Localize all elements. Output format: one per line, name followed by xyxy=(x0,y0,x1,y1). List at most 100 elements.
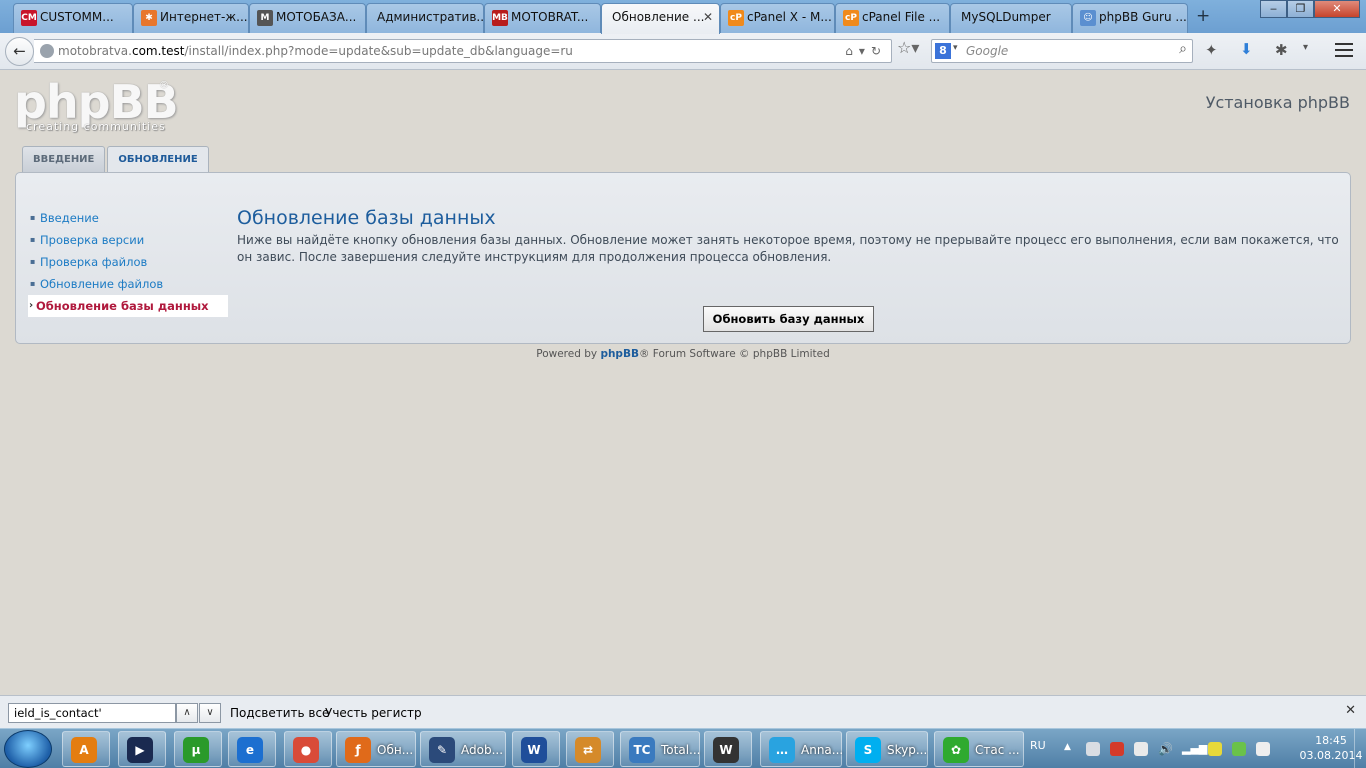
browser-tab[interactable]: Обновление ... ✕ xyxy=(601,3,720,34)
close-window-button[interactable]: ✕ xyxy=(1314,0,1360,18)
new-tab-button[interactable]: + xyxy=(1196,6,1210,26)
menu-icon[interactable] xyxy=(1335,43,1353,61)
mb-red-icon: MB xyxy=(492,10,508,26)
taskbar-button-label: Total... xyxy=(661,743,701,757)
browser-tab[interactable]: ✱ Интернет-ж... xyxy=(133,3,249,33)
action-center-icon[interactable] xyxy=(1256,742,1270,756)
window-controls: ‒ ❐ ✕ xyxy=(1260,0,1360,18)
phpbb-link[interactable]: phpBB xyxy=(600,348,639,360)
browser-tab[interactable]: MySQLDumper xyxy=(950,3,1072,33)
taskbar-button[interactable]: ✿ Стас ... xyxy=(934,731,1024,767)
taskbar-button-label: Стас ... xyxy=(975,743,1020,757)
close-findbar-icon[interactable]: ✕ xyxy=(1345,703,1356,718)
taskbar-button-label: Обн... xyxy=(377,743,414,757)
firefox-icon: ƒ xyxy=(345,737,371,763)
page-footer: Powered by phpBB® Forum Software © phpBB… xyxy=(536,348,830,360)
system-tray: RU ▲ 🔊 ▂▄▆ 18:45 03.08.2014 xyxy=(1030,729,1366,768)
chat-tray-icon[interactable] xyxy=(1208,742,1222,756)
show-hidden-icons[interactable]: ▲ xyxy=(1064,742,1078,756)
current-marker-icon: › xyxy=(29,300,34,311)
taskbar-button[interactable]: … Anna... xyxy=(760,731,843,767)
taskbar-button[interactable]: ● xyxy=(284,731,332,767)
tab-label: Обновление ... xyxy=(612,10,705,24)
start-button[interactable] xyxy=(4,730,52,768)
taskbar-button[interactable]: A xyxy=(62,731,110,767)
browser-tab[interactable]: cP cPanel X - M... xyxy=(720,3,835,33)
icq-tray-icon[interactable] xyxy=(1232,742,1246,756)
firebug-icon[interactable]: ✱ xyxy=(1275,41,1288,59)
reload-icon[interactable]: ↻ xyxy=(871,44,887,58)
word-icon: W xyxy=(521,737,547,763)
tab-label: МОТОБАЗА... xyxy=(276,10,357,24)
browser-tab[interactable]: M МОТОБАЗА... xyxy=(249,3,366,33)
content-area: Обновление базы данных Ниже вы найдёте к… xyxy=(237,206,1343,266)
taskbar-button[interactable]: S Skyp... xyxy=(846,731,928,767)
ie-icon: e xyxy=(237,737,263,763)
find-previous-button[interactable]: ∧ xyxy=(176,703,198,723)
downloads-icon[interactable]: ⬇ xyxy=(1240,40,1253,58)
bookmark-star-icon[interactable]: ☆▾ xyxy=(897,38,919,57)
device-tray-icon[interactable] xyxy=(1134,742,1148,756)
taskbar-button[interactable]: ƒ Обн... xyxy=(336,731,416,767)
highlight-all-toggle[interactable]: Подсветить все xyxy=(230,704,329,722)
taskbar-button[interactable]: ✎ Adob... xyxy=(420,731,506,767)
taskbar-button[interactable]: TC Total... xyxy=(620,731,700,767)
tray-app-icon[interactable] xyxy=(1086,742,1100,756)
toolbar-dropdown-icon[interactable]: ▾ xyxy=(1303,42,1308,53)
sidebar-item-introduction[interactable]: Введение xyxy=(28,207,228,229)
addon-icon[interactable]: ✦ xyxy=(1205,41,1218,59)
page-heading: Обновление базы данных xyxy=(237,207,496,229)
maximize-button[interactable]: ❐ xyxy=(1287,0,1314,18)
language-indicator[interactable]: RU xyxy=(1030,739,1046,752)
browser-tab[interactable]: Административ... xyxy=(366,3,484,33)
total-commander-icon: TC xyxy=(629,737,655,763)
browser-tab[interactable]: ☺ phpBB Guru ... xyxy=(1072,3,1188,33)
windows-taskbar: A ▶ µ e ● ƒ Обн... ✎ Adob... W ⇄ TC Total... W … Anna..… xyxy=(0,728,1366,768)
sidebar-menu: Введение Проверка версии Проверка файлов… xyxy=(28,207,228,317)
cpanel-icon: cP xyxy=(843,10,859,26)
search-placeholder: Google xyxy=(966,44,1009,58)
address-bar[interactable]: motobratva.com.test/install/index.php?mo… xyxy=(34,39,892,63)
back-button[interactable]: ← xyxy=(5,37,34,66)
minimize-button[interactable]: ‒ xyxy=(1260,0,1287,18)
find-next-button[interactable]: ∨ xyxy=(199,703,221,723)
tab-introduction[interactable]: ВВЕДЕНИЕ xyxy=(22,146,106,172)
phpbb-logo: phpBB ® creating communities xyxy=(14,75,179,133)
sidebar-item-file-check[interactable]: Проверка файлов xyxy=(28,251,228,273)
sidebar-item-file-update[interactable]: Обновление файлов xyxy=(28,273,228,295)
sidebar-item-version-check[interactable]: Проверка версии xyxy=(28,229,228,251)
utorrent-icon: µ xyxy=(183,737,209,763)
taskbar-button-label: Skyp... xyxy=(887,743,928,757)
show-desktop-button[interactable] xyxy=(1354,729,1366,768)
taskbar-button[interactable]: e xyxy=(228,731,276,767)
media-player-icon: ▶ xyxy=(127,737,153,763)
match-case-toggle[interactable]: Учесть регистр xyxy=(325,704,422,722)
browser-tab[interactable]: CM CUSTOMM... xyxy=(13,3,133,33)
antivirus-tray-icon[interactable] xyxy=(1110,742,1124,756)
tab-update[interactable]: ОБНОВЛЕНИЕ xyxy=(107,146,209,173)
network-icon[interactable]: ▂▄▆ xyxy=(1182,742,1207,756)
volume-icon[interactable]: 🔊 xyxy=(1158,742,1173,756)
find-input[interactable]: ield_is_contact' xyxy=(8,703,176,723)
search-box[interactable]: 8 ▾ Google ⌕ xyxy=(931,39,1193,63)
taskbar-button[interactable]: µ xyxy=(174,731,222,767)
globe-icon xyxy=(40,44,54,58)
taskbar-button[interactable]: ▶ xyxy=(118,731,166,767)
taskbar-button[interactable]: W xyxy=(704,731,752,767)
search-engine-dropdown-icon[interactable]: ▾ xyxy=(953,43,958,53)
taskbar-button[interactable]: ⇄ xyxy=(566,731,614,767)
home-icon[interactable]: ⌂ xyxy=(845,44,859,58)
taskbar-button[interactable]: W xyxy=(512,731,560,767)
search-icon[interactable]: ⌕ xyxy=(1179,41,1187,57)
browser-tab[interactable]: MB MOTOBRAT... xyxy=(484,3,601,33)
page-description: Ниже вы найдёте кнопку обновления базы д… xyxy=(237,233,1339,264)
search-engine-icon[interactable]: 8 xyxy=(935,43,951,59)
sidebar-item-database-update[interactable]: › Обновление базы данных xyxy=(28,295,228,317)
dropdown-icon[interactable]: ▾ xyxy=(859,44,871,58)
update-database-button[interactable]: Обновить базу данных xyxy=(703,306,874,332)
browser-tab-strip: CM CUSTOMM... ✱ Интернет-ж... M МОТОБАЗА... Ад… xyxy=(0,0,1366,34)
browser-tab[interactable]: cP cPanel File ... xyxy=(835,3,950,33)
close-tab-icon[interactable]: ✕ xyxy=(703,4,713,31)
tab-label: MOTOBRAT... xyxy=(511,10,589,24)
taskbar-button-label: Adob... xyxy=(461,743,504,757)
